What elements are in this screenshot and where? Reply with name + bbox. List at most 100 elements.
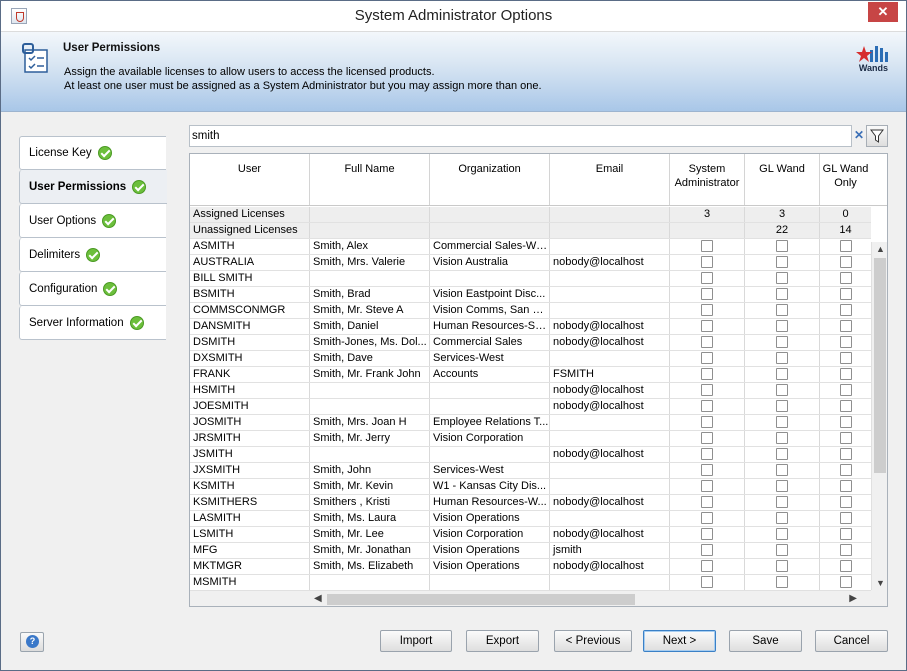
column-header-organization[interactable]: Organization	[430, 154, 550, 205]
cancel-button[interactable]: Cancel	[815, 630, 888, 652]
gl-wand-only-checkbox[interactable]	[839, 352, 852, 364]
sidebar-item-delimiters[interactable]: Delimiters	[19, 238, 166, 272]
gl-wand-only-checkbox[interactable]	[839, 288, 852, 300]
table-row[interactable]: LSMITH Smith, Mr. Lee Vision Corporation no…	[190, 527, 871, 543]
sidebar-item-configuration[interactable]: Configuration	[19, 272, 166, 306]
close-button[interactable]: ✕	[868, 2, 898, 22]
gl-wand-checkbox[interactable]	[776, 336, 788, 348]
gl-wand-only-checkbox[interactable]	[839, 432, 852, 444]
column-header-system-administrator[interactable]: System Administrator	[670, 154, 745, 205]
scroll-down-icon[interactable]: ▼	[875, 578, 886, 588]
vertical-scrollbar[interactable]: ▲ ▼	[871, 242, 887, 590]
system-admin-checkbox[interactable]	[701, 240, 713, 252]
gl-wand-checkbox[interactable]	[776, 352, 788, 364]
scroll-left-icon[interactable]: ◀	[314, 593, 322, 604]
table-row[interactable]: DANSMITH Smith, Daniel Human Resources-So.…	[190, 319, 871, 335]
table-row[interactable]: JRSMITH Smith, Mr. Jerry Vision Corporatio…	[190, 431, 871, 447]
table-row[interactable]: JOESMITH nobody@localhost	[190, 399, 871, 415]
gl-wand-only-checkbox[interactable]	[839, 448, 852, 460]
gl-wand-only-checkbox[interactable]	[839, 272, 852, 284]
table-row[interactable]: FRANK Smith, Mr. Frank John Accounts FSMITH	[190, 367, 871, 383]
gl-wand-only-checkbox[interactable]	[839, 368, 852, 380]
gl-wand-checkbox[interactable]	[776, 320, 788, 332]
horizontal-scrollbar[interactable]: ◀ ▶	[190, 590, 871, 606]
gl-wand-checkbox[interactable]	[776, 576, 788, 588]
export-button[interactable]: Export	[466, 630, 539, 652]
system-admin-checkbox[interactable]	[701, 320, 713, 332]
gl-wand-checkbox[interactable]	[776, 560, 788, 572]
table-row[interactable]: MFG Smith, Mr. Jonathan Vision Operations j…	[190, 543, 871, 559]
system-admin-checkbox[interactable]	[701, 576, 713, 588]
gl-wand-checkbox[interactable]	[776, 496, 788, 508]
gl-wand-only-checkbox[interactable]	[839, 320, 852, 332]
gl-wand-checkbox[interactable]	[776, 256, 788, 268]
save-button[interactable]: Save	[729, 630, 802, 652]
system-admin-checkbox[interactable]	[701, 384, 713, 396]
previous-button[interactable]: < Previous	[554, 630, 632, 652]
sidebar-item-server-information[interactable]: Server Information	[19, 306, 166, 340]
gl-wand-checkbox[interactable]	[776, 288, 788, 300]
gl-wand-checkbox[interactable]	[776, 464, 788, 476]
system-admin-checkbox[interactable]	[701, 496, 713, 508]
system-admin-checkbox[interactable]	[701, 480, 713, 492]
clear-search-icon[interactable]: ✕	[854, 128, 864, 142]
system-admin-checkbox[interactable]	[701, 416, 713, 428]
system-admin-checkbox[interactable]	[701, 288, 713, 300]
gl-wand-checkbox[interactable]	[776, 416, 788, 428]
sidebar-item-user-options[interactable]: User Options	[19, 204, 166, 238]
system-admin-checkbox[interactable]	[701, 256, 713, 268]
gl-wand-only-checkbox[interactable]	[839, 480, 852, 492]
system-admin-checkbox[interactable]	[701, 528, 713, 540]
gl-wand-checkbox[interactable]	[776, 240, 788, 252]
gl-wand-checkbox[interactable]	[776, 368, 788, 380]
gl-wand-only-checkbox[interactable]	[839, 512, 852, 524]
sidebar-item-user-permissions[interactable]: User Permissions	[19, 170, 167, 204]
gl-wand-only-checkbox[interactable]	[839, 240, 852, 252]
system-admin-checkbox[interactable]	[701, 432, 713, 444]
table-row[interactable]: KSMITH Smith, Mr. Kevin W1 - Kansas City D…	[190, 479, 871, 495]
gl-wand-checkbox[interactable]	[776, 400, 788, 412]
gl-wand-checkbox[interactable]	[776, 272, 788, 284]
table-row[interactable]: ASMITH Smith, Alex Commercial Sales-West	[190, 239, 871, 255]
gl-wand-checkbox[interactable]	[776, 432, 788, 444]
gl-wand-only-checkbox[interactable]	[839, 576, 852, 588]
table-row[interactable]: KSMITHERS Smithers , Kristi Human Resource…	[190, 495, 871, 511]
scroll-right-icon[interactable]: ▶	[849, 593, 857, 604]
gl-wand-checkbox[interactable]	[776, 448, 788, 460]
gl-wand-only-checkbox[interactable]	[839, 496, 852, 508]
table-row[interactable]: COMMSCONMGR Smith, Mr. Steve A Vision Comm…	[190, 303, 871, 319]
table-row[interactable]: DSMITH Smith-Jones, Ms. Dol... Commercial …	[190, 335, 871, 351]
table-row[interactable]: JXSMITH Smith, John Services-West	[190, 463, 871, 479]
gl-wand-only-checkbox[interactable]	[839, 544, 852, 556]
table-row[interactable]: JOSMITH Smith, Mrs. Joan H Employee Relati…	[190, 415, 871, 431]
help-button[interactable]: ?	[20, 632, 44, 652]
column-header-gl-wand[interactable]: GL Wand	[745, 154, 820, 205]
filter-button[interactable]	[866, 125, 888, 147]
table-row[interactable]: AUSTRALIA Smith, Mrs. Valerie Vision Austr…	[190, 255, 871, 271]
vertical-scroll-thumb[interactable]	[874, 258, 886, 473]
gl-wand-checkbox[interactable]	[776, 384, 788, 396]
column-header-email[interactable]: Email	[550, 154, 670, 205]
gl-wand-only-checkbox[interactable]	[839, 528, 852, 540]
gl-wand-only-checkbox[interactable]	[839, 400, 852, 412]
search-input[interactable]: smith	[189, 125, 852, 147]
gl-wand-only-checkbox[interactable]	[839, 256, 852, 268]
table-row[interactable]: BSMITH Smith, Brad Vision Eastpoint Disc..…	[190, 287, 871, 303]
gl-wand-checkbox[interactable]	[776, 544, 788, 556]
gl-wand-checkbox[interactable]	[776, 512, 788, 524]
system-admin-checkbox[interactable]	[701, 448, 713, 460]
system-admin-checkbox[interactable]	[701, 336, 713, 348]
column-header-full-name[interactable]: Full Name	[310, 154, 430, 205]
table-row[interactable]: JSMITH nobody@localhost	[190, 447, 871, 463]
sidebar-item-license-key[interactable]: License Key	[19, 136, 166, 170]
column-header-gl-wand-only[interactable]: GL Wand Only	[820, 154, 871, 205]
gl-wand-only-checkbox[interactable]	[839, 416, 852, 428]
gl-wand-checkbox[interactable]	[776, 528, 788, 540]
system-admin-checkbox[interactable]	[701, 512, 713, 524]
system-admin-checkbox[interactable]	[701, 400, 713, 412]
import-button[interactable]: Import	[380, 630, 452, 652]
table-row[interactable]: LASMITH Smith, Ms. Laura Vision Operations	[190, 511, 871, 527]
table-row[interactable]: HSMITH nobody@localhost	[190, 383, 871, 399]
table-row[interactable]: MSMITH	[190, 575, 871, 591]
horizontal-scroll-thumb[interactable]	[327, 594, 635, 605]
